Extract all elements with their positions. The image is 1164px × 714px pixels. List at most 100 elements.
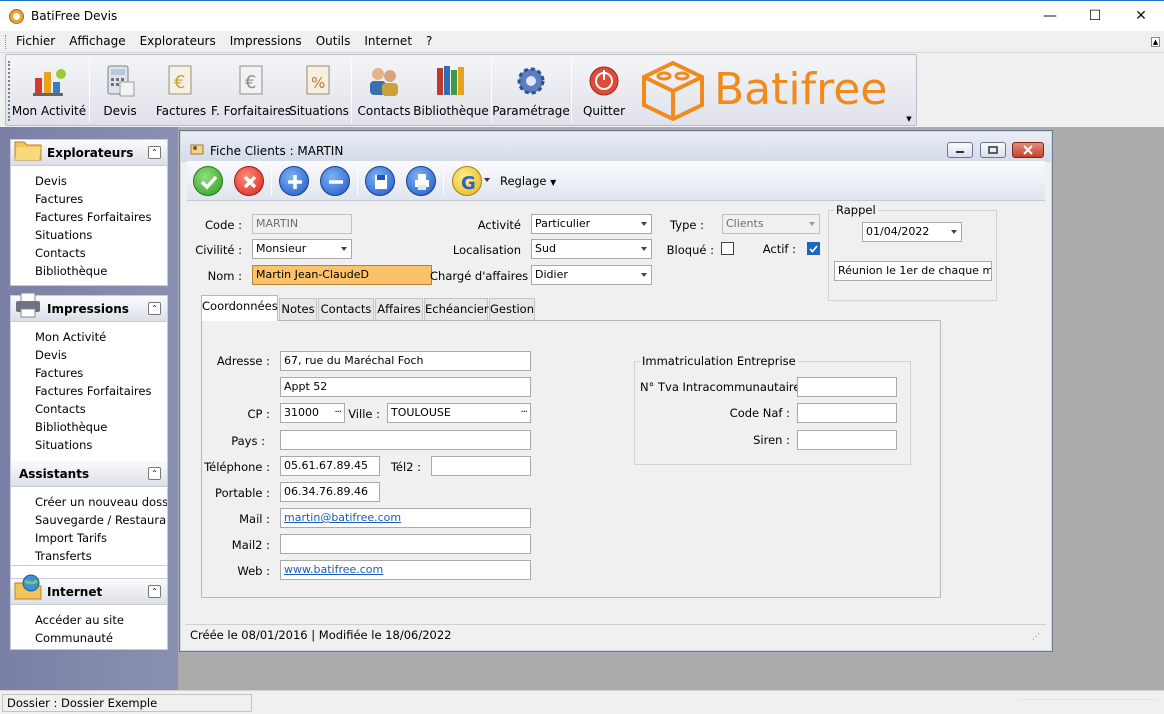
- collapse-icon[interactable]: ⌃: [148, 302, 161, 315]
- localisation-select[interactable]: Sud: [531, 239, 652, 259]
- tab-notes[interactable]: Notes: [279, 298, 317, 320]
- minimize-button[interactable]: —: [1027, 1, 1073, 31]
- google-menu-button[interactable]: G: [452, 166, 482, 196]
- sidebar-item-devis[interactable]: Devis: [35, 346, 167, 364]
- cancel-button[interactable]: [234, 166, 264, 196]
- tab-echeancier[interactable]: Echéancier: [424, 298, 489, 320]
- group-header[interactable]: Internet ⌃: [11, 574, 167, 605]
- sidebar-item-communaute[interactable]: Communauté: [35, 629, 167, 647]
- sidebar-item-transferts[interactable]: Transferts: [35, 547, 167, 565]
- factures-button[interactable]: € Factures: [156, 58, 206, 122]
- menu-affichage[interactable]: Affichage: [65, 34, 129, 48]
- child-minimize-button[interactable]: [947, 142, 973, 158]
- tel2-field[interactable]: [431, 456, 531, 476]
- maximize-button[interactable]: ☐: [1072, 1, 1118, 31]
- resize-grip-icon[interactable]: ⋰: [1032, 632, 1042, 642]
- tva-field[interactable]: [797, 377, 897, 397]
- mail-field[interactable]: martin@batifree.com: [280, 508, 531, 528]
- menu-help[interactable]: ?: [422, 34, 436, 48]
- close-button[interactable]: ✕: [1118, 1, 1164, 31]
- pays-field[interactable]: [280, 430, 531, 450]
- child-title-bar[interactable]: Fiche Clients : MARTIN: [181, 132, 1051, 162]
- actif-checkbox[interactable]: [807, 242, 820, 255]
- parametrage-button[interactable]: Paramétrage: [492, 58, 570, 122]
- google-dropdown-icon[interactable]: [484, 178, 490, 182]
- bibliotheque-button[interactable]: Bibliothèque: [413, 58, 489, 122]
- mail2-field[interactable]: [280, 534, 531, 554]
- code-field[interactable]: MARTIN: [252, 214, 352, 234]
- adresse2-field[interactable]: Appt 52: [280, 377, 531, 397]
- sidebar-item-acceder-site[interactable]: Accéder au site: [35, 611, 167, 629]
- forfaitaires-button[interactable]: € F. Forfaitaires: [211, 58, 291, 122]
- tab-affaires[interactable]: Affaires: [375, 298, 423, 320]
- ellipsis-icon[interactable]: ···: [334, 404, 341, 422]
- charge-affaires-select[interactable]: Didier: [531, 265, 652, 285]
- toolbar-grip[interactable]: [8, 61, 10, 121]
- web-field[interactable]: www.batifree.com: [280, 560, 531, 580]
- nom-field[interactable]: Martin Jean-ClaudeD: [252, 265, 432, 285]
- collapse-icon[interactable]: ⌃: [148, 585, 161, 598]
- group-header[interactable]: Impressions ⌃: [11, 292, 167, 322]
- bloque-checkbox[interactable]: [721, 242, 734, 255]
- child-close-button[interactable]: [1012, 142, 1044, 158]
- tab-gestion[interactable]: Gestion: [489, 298, 535, 320]
- activite-select[interactable]: Particulier: [531, 214, 652, 234]
- menu-outils[interactable]: Outils: [312, 34, 355, 48]
- sidebar-item-contacts[interactable]: Contacts: [35, 400, 167, 418]
- menu-fichier[interactable]: Fichier: [12, 34, 59, 48]
- group-header[interactable]: Explorateurs ⌃: [11, 140, 167, 166]
- menu-grip[interactable]: [5, 35, 8, 49]
- rappel-note-field[interactable]: Réunion le 1er de chaque mois: [834, 261, 992, 281]
- contacts-button[interactable]: Contacts: [358, 58, 410, 122]
- reglage-menu[interactable]: Reglage ▼: [500, 174, 556, 188]
- sidebar-item-devis[interactable]: Devis: [35, 172, 167, 190]
- localisation-label: Localisation: [452, 243, 521, 257]
- remove-button[interactable]: [320, 166, 350, 196]
- sidebar-item-bibliotheque[interactable]: Bibliothèque: [35, 418, 167, 436]
- telephone-field[interactable]: 05.61.67.89.45: [280, 456, 380, 476]
- quitter-button[interactable]: Quitter: [581, 58, 627, 122]
- sidebar-item-factures-forfaitaires[interactable]: Factures Forfaitaires: [35, 382, 167, 400]
- mon-activite-button[interactable]: Mon Activité: [12, 58, 86, 122]
- sidebar-item-situations[interactable]: Situations: [35, 226, 167, 244]
- devis-button[interactable]: Devis: [98, 58, 142, 122]
- sidebar-item-mon-activite[interactable]: Mon Activité: [35, 328, 167, 346]
- child-maximize-button[interactable]: [980, 142, 1006, 158]
- menu-explorateurs[interactable]: Explorateurs: [136, 34, 220, 48]
- siren-field[interactable]: [797, 430, 897, 450]
- rappel-date-picker[interactable]: 01/04/2022: [862, 222, 962, 242]
- collapse-icon[interactable]: ⌃: [148, 146, 161, 159]
- menu-internet[interactable]: Internet: [360, 34, 416, 48]
- save-button[interactable]: [365, 166, 395, 196]
- adresse1-field[interactable]: 67, rue du Maréchal Foch: [280, 351, 531, 371]
- sidebar-item-bibliotheque[interactable]: Bibliothèque: [35, 262, 167, 280]
- sidebar-item-factures[interactable]: Factures: [35, 364, 167, 382]
- group-header[interactable]: Assistants ⌃: [11, 461, 167, 487]
- sidebar-item-factures-forfaitaires[interactable]: Factures Forfaitaires: [35, 208, 167, 226]
- app-icon[interactable]: [9, 9, 24, 24]
- sidebar-item-contacts[interactable]: Contacts: [35, 244, 167, 262]
- tab-contacts[interactable]: Contacts: [318, 298, 374, 320]
- menu-impressions[interactable]: Impressions: [226, 34, 306, 48]
- civilite-select[interactable]: Monsieur: [252, 239, 352, 259]
- portable-field[interactable]: 06.34.76.89.46: [280, 482, 380, 502]
- books-icon: [433, 64, 469, 98]
- ellipsis-icon[interactable]: ···: [520, 404, 527, 422]
- sidebar-item-factures[interactable]: Factures: [35, 190, 167, 208]
- add-button[interactable]: [279, 166, 309, 196]
- validate-button[interactable]: [193, 166, 223, 196]
- sidebar-item-nouveau-dossier[interactable]: Créer un nouveau doss...: [35, 493, 167, 511]
- toolbar-overflow-icon[interactable]: ▼: [904, 114, 914, 124]
- tab-coordonnees[interactable]: Coordonnées: [201, 295, 278, 321]
- naf-field[interactable]: [797, 403, 897, 423]
- type-select[interactable]: Clients: [722, 214, 820, 234]
- situations-button[interactable]: % Situations: [289, 58, 349, 122]
- menu-overflow-icon[interactable]: ▲: [1151, 37, 1160, 47]
- ville-field[interactable]: TOULOUSE ···: [387, 403, 531, 423]
- sidebar-item-sauvegarde[interactable]: Sauvegarde / Restaura...: [35, 511, 167, 529]
- print-button[interactable]: [406, 166, 436, 196]
- collapse-icon[interactable]: ⌃: [148, 467, 161, 480]
- cp-field[interactable]: 31000 ···: [280, 403, 345, 423]
- sidebar-item-import-tarifs[interactable]: Import Tarifs: [35, 529, 167, 547]
- sidebar-item-situations[interactable]: Situations: [35, 436, 167, 454]
